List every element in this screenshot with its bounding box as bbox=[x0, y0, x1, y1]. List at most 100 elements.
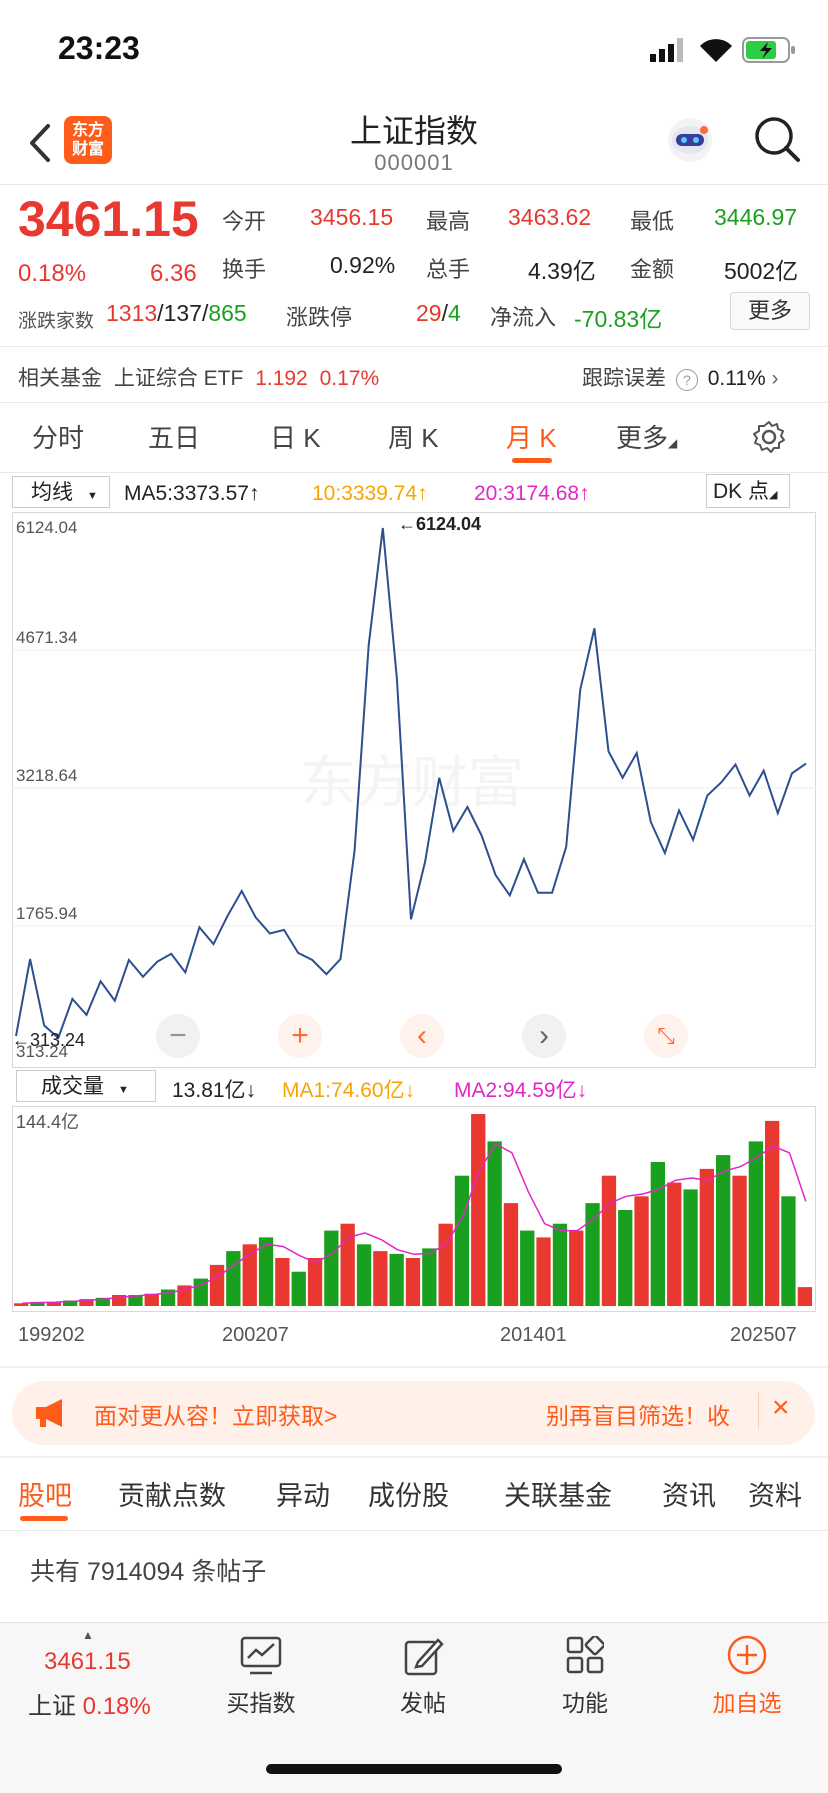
volume-bar bbox=[732, 1175, 747, 1306]
function-grid-icon[interactable] bbox=[566, 1636, 604, 1674]
volume-ma2: MA2:94.59亿↓ bbox=[454, 1079, 588, 1102]
nav-buy-index[interactable]: 买指数 bbox=[201, 1684, 321, 1718]
dropdown-caret-icon: ◢ bbox=[769, 489, 778, 501]
tracking-value: 0.11% bbox=[707, 367, 766, 390]
banner-text-left[interactable]: 面对更从容！立即获取> bbox=[94, 1397, 337, 1431]
volume-bar bbox=[634, 1196, 649, 1306]
zoom-out-button[interactable]: − bbox=[156, 1014, 200, 1058]
status-time: 23:23 bbox=[58, 30, 140, 66]
amount-label: 金额 bbox=[630, 257, 675, 282]
volume-bar bbox=[781, 1196, 796, 1306]
fund-name: 上证综合 ETF bbox=[113, 367, 244, 390]
volume-value: 4.39亿 bbox=[528, 258, 596, 284]
limit-label: 涨跌停 bbox=[286, 305, 353, 330]
tab-news[interactable]: 资讯 bbox=[662, 1474, 716, 1513]
ma10-value: 10:3339.74↑ bbox=[312, 482, 428, 505]
megaphone-icon bbox=[36, 1399, 62, 1427]
scroll-left-button[interactable]: ‹ bbox=[400, 1014, 444, 1058]
divider bbox=[0, 346, 828, 347]
tab-related-funds[interactable]: 关联基金 bbox=[504, 1474, 612, 1513]
fund-row[interactable]: 相关基金 上证综合 ETF 1.192 0.17% bbox=[18, 362, 379, 392]
tab-profile[interactable]: 资料 bbox=[748, 1474, 802, 1513]
promo-banner[interactable]: 面对更从容！立即获取> 别再盲目筛选！收 × bbox=[12, 1381, 815, 1445]
tab-weekly-k[interactable]: 周 K bbox=[388, 418, 439, 455]
nav-quote-price[interactable]: 3461.15 bbox=[44, 1648, 131, 1676]
caret-up-icon: ▲ bbox=[82, 1628, 94, 1642]
expand-icon[interactable]: ⤡ bbox=[644, 1014, 688, 1058]
tab-five-day[interactable]: 五日 bbox=[148, 418, 200, 455]
high-value: 3463.62 bbox=[508, 204, 592, 230]
fund-change: 0.17% bbox=[319, 367, 380, 390]
status-bar: 23:23 bbox=[0, 0, 828, 96]
volume-bar bbox=[552, 1223, 568, 1306]
turnover-label: 换手 bbox=[222, 257, 267, 282]
change-value: 6.36 bbox=[150, 260, 197, 287]
help-icon: ? bbox=[675, 369, 698, 391]
limit-values: 29/4 bbox=[416, 300, 461, 326]
x-axis-label: 199202 bbox=[18, 1324, 85, 1346]
volume-ma1: MA1:74.60亿↓ bbox=[282, 1079, 416, 1102]
tab-guba[interactable]: 股吧 bbox=[18, 1474, 72, 1513]
volume-bar bbox=[324, 1230, 339, 1306]
more-button[interactable]: 更多 bbox=[730, 292, 810, 330]
signal-icon bbox=[650, 38, 683, 62]
volume-bar bbox=[487, 1141, 502, 1306]
settings-gear-icon[interactable] bbox=[752, 420, 786, 454]
divider bbox=[0, 1366, 828, 1368]
tracking-error[interactable]: 跟踪误差 ? 0.11% › bbox=[582, 362, 779, 392]
watermark: 东方财富 bbox=[300, 751, 524, 814]
y-axis-label: 3218.64 bbox=[16, 766, 78, 785]
dropdown-caret-icon: ◢ bbox=[668, 436, 678, 450]
volume-bar bbox=[667, 1182, 682, 1306]
tab-movement[interactable]: 异动 bbox=[276, 1474, 330, 1513]
change-percent: 0.18% bbox=[18, 260, 87, 287]
robot-assistant-icon[interactable] bbox=[664, 114, 716, 166]
dropdown-caret-icon: ▼ bbox=[118, 1084, 129, 1096]
breadth-values: 1313/137/865 bbox=[106, 300, 247, 326]
banner-text-right[interactable]: 别再盲目筛选！收 bbox=[546, 1397, 730, 1431]
nav-post[interactable]: 发帖 bbox=[363, 1684, 483, 1718]
active-tab-indicator bbox=[512, 458, 552, 463]
tab-constituents[interactable]: 成份股 bbox=[368, 1474, 449, 1513]
turnover-value: 0.92% bbox=[330, 252, 396, 278]
volume-bar bbox=[307, 1258, 323, 1306]
volume-bar bbox=[275, 1258, 290, 1306]
tab-intraday[interactable]: 分时 bbox=[32, 418, 84, 455]
volume-bar bbox=[699, 1168, 714, 1306]
tab-contribution[interactable]: 贡献点数 bbox=[118, 1474, 226, 1513]
buy-index-icon[interactable] bbox=[240, 1636, 282, 1676]
volume-bar bbox=[503, 1203, 519, 1306]
zoom-in-button[interactable]: + bbox=[278, 1014, 322, 1058]
kline-chart[interactable]: 东方财富 ←6124.04 ←313.24 bbox=[12, 512, 816, 1068]
dk-point-button[interactable]: DK 点◢ bbox=[706, 474, 790, 508]
fund-price: 1.192 bbox=[255, 367, 308, 390]
tab-more[interactable]: 更多◢ bbox=[616, 418, 677, 455]
volume-chart[interactable] bbox=[12, 1106, 816, 1312]
close-icon[interactable]: × bbox=[772, 1391, 790, 1425]
nav-function[interactable]: 功能 bbox=[525, 1684, 645, 1718]
volume-label: 总手 bbox=[426, 257, 471, 282]
ma20-value: 20:3174.68↑ bbox=[474, 482, 590, 505]
volume-indicator-select[interactable]: 成交量 ▼ bbox=[16, 1070, 156, 1102]
add-watchlist-icon[interactable] bbox=[726, 1634, 768, 1676]
tracking-label: 跟踪误差 bbox=[582, 367, 666, 390]
volume-bar bbox=[373, 1251, 388, 1306]
nav-add-watchlist[interactable]: 加自选 bbox=[687, 1684, 807, 1718]
search-icon[interactable] bbox=[752, 114, 802, 164]
nav-quote[interactable]: 上证 0.18% bbox=[28, 1686, 151, 1721]
active-tab-indicator bbox=[20, 1516, 68, 1521]
tab-monthly-k[interactable]: 月 K bbox=[506, 418, 557, 455]
post-edit-icon[interactable] bbox=[404, 1636, 444, 1676]
volume-bar bbox=[291, 1271, 306, 1306]
y-axis-label: 1765.94 bbox=[16, 904, 78, 923]
x-axis-label: 200207 bbox=[222, 1324, 289, 1346]
volume-bar bbox=[683, 1189, 698, 1306]
volume-bar bbox=[226, 1251, 241, 1306]
volume-bar bbox=[454, 1175, 470, 1306]
tab-daily-k[interactable]: 日 K bbox=[270, 418, 321, 455]
volume-bar bbox=[536, 1237, 551, 1306]
volume-bar bbox=[748, 1141, 763, 1306]
indicator-select[interactable]: 均线 ▼ bbox=[12, 476, 110, 508]
scroll-right-button[interactable]: › bbox=[522, 1014, 566, 1058]
volume-bar bbox=[569, 1230, 584, 1306]
